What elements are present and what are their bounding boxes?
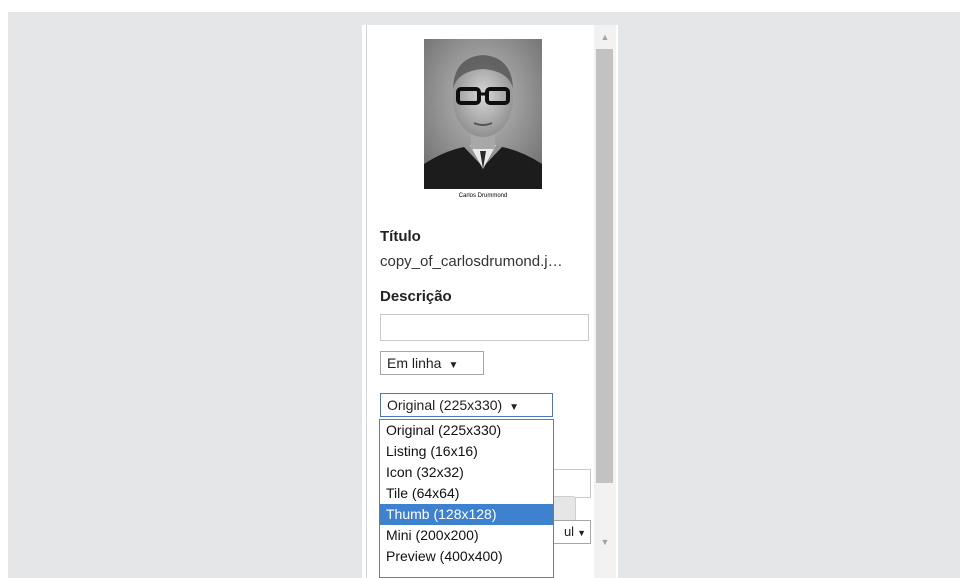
image-caption: Carlos Drummond [458, 193, 508, 199]
size-select-value: Original (225x330) [387, 397, 503, 413]
obscured-select-value: ul [563, 524, 575, 539]
size-option[interactable]: Icon (32x32) [380, 462, 553, 483]
scroll-down-icon[interactable]: ▼ [594, 534, 616, 550]
alignment-select-value: Em linha [387, 355, 442, 371]
dropdown-arrow-icon: ▼ [577, 528, 586, 538]
size-option-highlighted[interactable]: Thumb (128x128) [380, 504, 553, 525]
scroll-up-icon[interactable]: ▲ [594, 29, 616, 45]
panel-scrollbar[interactable]: ▲ ▼ [594, 25, 616, 578]
title-label: Título [380, 228, 421, 245]
scrollbar-thumb[interactable] [596, 49, 613, 483]
dropdown-arrow-icon: ▼ [448, 360, 459, 371]
description-input[interactable] [380, 314, 589, 341]
size-option[interactable]: Mini (200x200) [380, 525, 553, 546]
size-dropdown-list[interactable]: Original (225x330) Listing (16x16) Icon … [379, 419, 554, 578]
portrait-image [424, 39, 542, 201]
size-option[interactable]: Listing (16x16) [380, 441, 553, 462]
description-label: Descrição [380, 288, 452, 305]
dropdown-arrow-icon: ▼ [509, 402, 520, 413]
title-value: copy_of_carlosdrumond.j… [380, 253, 563, 270]
size-option[interactable]: Original (225x330) [380, 420, 553, 441]
alignment-select[interactable]: Em linha ▼ [380, 351, 484, 375]
size-option[interactable]: Preview (400x400) [380, 546, 553, 567]
panel-left-border [366, 25, 367, 578]
size-option[interactable]: Tile (64x64) [380, 483, 553, 504]
size-select[interactable]: Original (225x330) ▼ [380, 393, 553, 417]
